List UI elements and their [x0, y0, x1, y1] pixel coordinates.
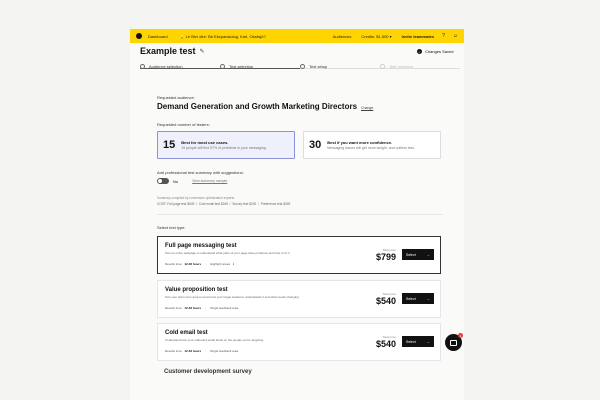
summary-toggle-value: No	[173, 178, 179, 184]
summary-toggle-row: No View summary sample	[157, 178, 227, 184]
step-test-overview: Test overview	[380, 64, 413, 69]
select-button[interactable]: Select →	[402, 249, 434, 260]
testers-count: 30	[309, 139, 322, 151]
arrow-right-icon: →	[426, 252, 431, 257]
test-card-cold-email[interactable]: Cold email test Understand how your outb…	[157, 323, 441, 361]
chat-badge: 1	[458, 333, 463, 338]
arrow-right-icon: →	[426, 296, 431, 301]
cost-item: Preference test $349	[260, 202, 291, 206]
testers-option-15[interactable]: 15 Best for most use cases. 15 people wi…	[157, 131, 295, 159]
help-icon[interactable]: ?	[442, 33, 445, 39]
testers-option-title: Best if you want more confidence.	[327, 140, 393, 145]
divider	[157, 214, 443, 215]
test-meta: Results time: 12-48 hours | Highlight ar…	[165, 262, 234, 266]
test-meta: Results time: 12-48 hours | Single feedb…	[165, 349, 238, 353]
results-label: Results time:	[165, 306, 183, 310]
invite-teammates-button[interactable]: Invite teammates	[402, 34, 434, 39]
pencil-icon[interactable]: ✎	[200, 48, 205, 55]
results-label: Results time:	[165, 349, 183, 353]
test-name: Full page messaging test	[165, 243, 237, 249]
test-price: $799	[375, 252, 396, 262]
save-status: ✓ Changes Saved	[417, 49, 453, 54]
select-button[interactable]: Select →	[402, 336, 434, 347]
promo-text: 💡 Le Blvr dire: Bir Ekspansiolog, Karl, …	[179, 33, 266, 39]
testers-count: 15	[163, 139, 176, 151]
testers-option-title: Best for most use cases.	[181, 140, 229, 145]
step-audience-selection[interactable]: Audience selection	[140, 64, 183, 69]
select-button-label: Select	[406, 252, 416, 257]
step-label: Audience selection	[149, 64, 183, 69]
test-price: $540	[375, 296, 396, 306]
audiences-link[interactable]: Audiences	[333, 34, 352, 39]
dashboard-link[interactable]: Dashboard	[148, 34, 168, 39]
test-description: Test an entire webpage to understand wha…	[165, 251, 290, 255]
summary-toggle[interactable]	[157, 178, 169, 184]
info-icon[interactable]: ℹ	[233, 262, 234, 266]
test-name: Cold email test	[165, 330, 208, 336]
toggle-knob	[158, 179, 162, 183]
testers-option-subtitle: Messaging issues will get more weight, a…	[327, 146, 415, 150]
title-row: Example test ✎	[140, 46, 205, 56]
select-button-label: Select	[406, 339, 416, 344]
test-card-value-proposition[interactable]: Value proposition test Test your site's …	[157, 280, 441, 318]
summary-label: Add professional test summary with sugge…	[157, 170, 244, 175]
test-meta: Results time: 12-48 hours | Single feedb…	[165, 306, 238, 310]
audience-name: Demand Generation and Growth Marketing D…	[157, 102, 358, 111]
summary-note: Summary compiled by conversion optimizat…	[157, 196, 235, 200]
step-dot	[140, 64, 145, 69]
step-test-selection[interactable]: Test selection	[220, 64, 253, 69]
logo-icon[interactable]	[136, 33, 142, 39]
cost-row: COST: Full page test $549 / Cold email t…	[157, 202, 291, 206]
cost-item: Survey test $249	[232, 202, 257, 206]
save-status-text: Changes Saved	[425, 49, 454, 54]
cost-item: COST: Full page test $549	[157, 202, 195, 206]
step-label: Test selection	[229, 64, 254, 69]
select-button-label: Select	[406, 296, 416, 301]
test-description: Understand how your outbound email lands…	[165, 338, 264, 342]
results-label: Results time:	[165, 262, 183, 266]
test-card-full-page[interactable]: Full page messaging test Test an entire …	[157, 236, 441, 274]
change-audience-link[interactable]: Change	[361, 106, 373, 110]
view-summary-sample-link[interactable]: View summary sample	[192, 179, 227, 183]
test-card-partial-title: Customer development survey	[164, 369, 252, 375]
user-icon[interactable]: ☺	[453, 33, 458, 39]
arrow-right-icon: →	[426, 339, 431, 344]
test-name: Value proposition test	[165, 287, 228, 293]
separator: |	[205, 349, 206, 353]
separator: |	[205, 262, 206, 266]
requested-audience-label: Requested audience:	[157, 95, 195, 100]
test-extra: Single feedback area	[209, 306, 239, 310]
top-bar: Dashboard 💡 Le Blvr dire: Bir Ekspansiol…	[130, 29, 464, 43]
cost-item: Cold email test $349	[198, 202, 228, 206]
results-time: 12-48 hours	[184, 349, 202, 353]
check-icon: ✓	[417, 49, 422, 54]
step-test-setup[interactable]: Test setup	[300, 64, 327, 69]
testers-option-subtitle: 15 people will find 97% of problems in y…	[181, 146, 267, 150]
step-dot	[300, 64, 305, 69]
select-button[interactable]: Select →	[402, 293, 434, 304]
step-dot	[220, 64, 225, 69]
test-extra: Highlight areas	[209, 262, 230, 266]
credits-dropdown[interactable]: Credits: $1,500 ▾	[361, 34, 391, 39]
audience-row: Demand Generation and Growth Marketing D…	[157, 102, 373, 111]
testers-option-30[interactable]: 30 Best if you want more confidence. Mes…	[303, 131, 441, 159]
chat-icon	[450, 339, 457, 346]
step-label: Test setup	[309, 64, 328, 69]
select-test-label: Select test type:	[157, 225, 186, 230]
results-time: 12-48 hours	[184, 262, 202, 266]
separator: |	[205, 306, 206, 310]
page-title: Example test	[140, 46, 196, 56]
step-dot	[380, 64, 385, 69]
testers-label: Requested number of testers:	[157, 122, 210, 127]
results-time: 12-48 hours	[184, 306, 202, 310]
stepper: Audience selection Test selection Test s…	[140, 64, 460, 74]
test-price: $540	[375, 339, 396, 349]
test-extra: Single feedback area	[209, 349, 239, 353]
test-description: Test your site's hero area to know how y…	[165, 295, 299, 299]
step-label: Test overview	[389, 64, 414, 69]
